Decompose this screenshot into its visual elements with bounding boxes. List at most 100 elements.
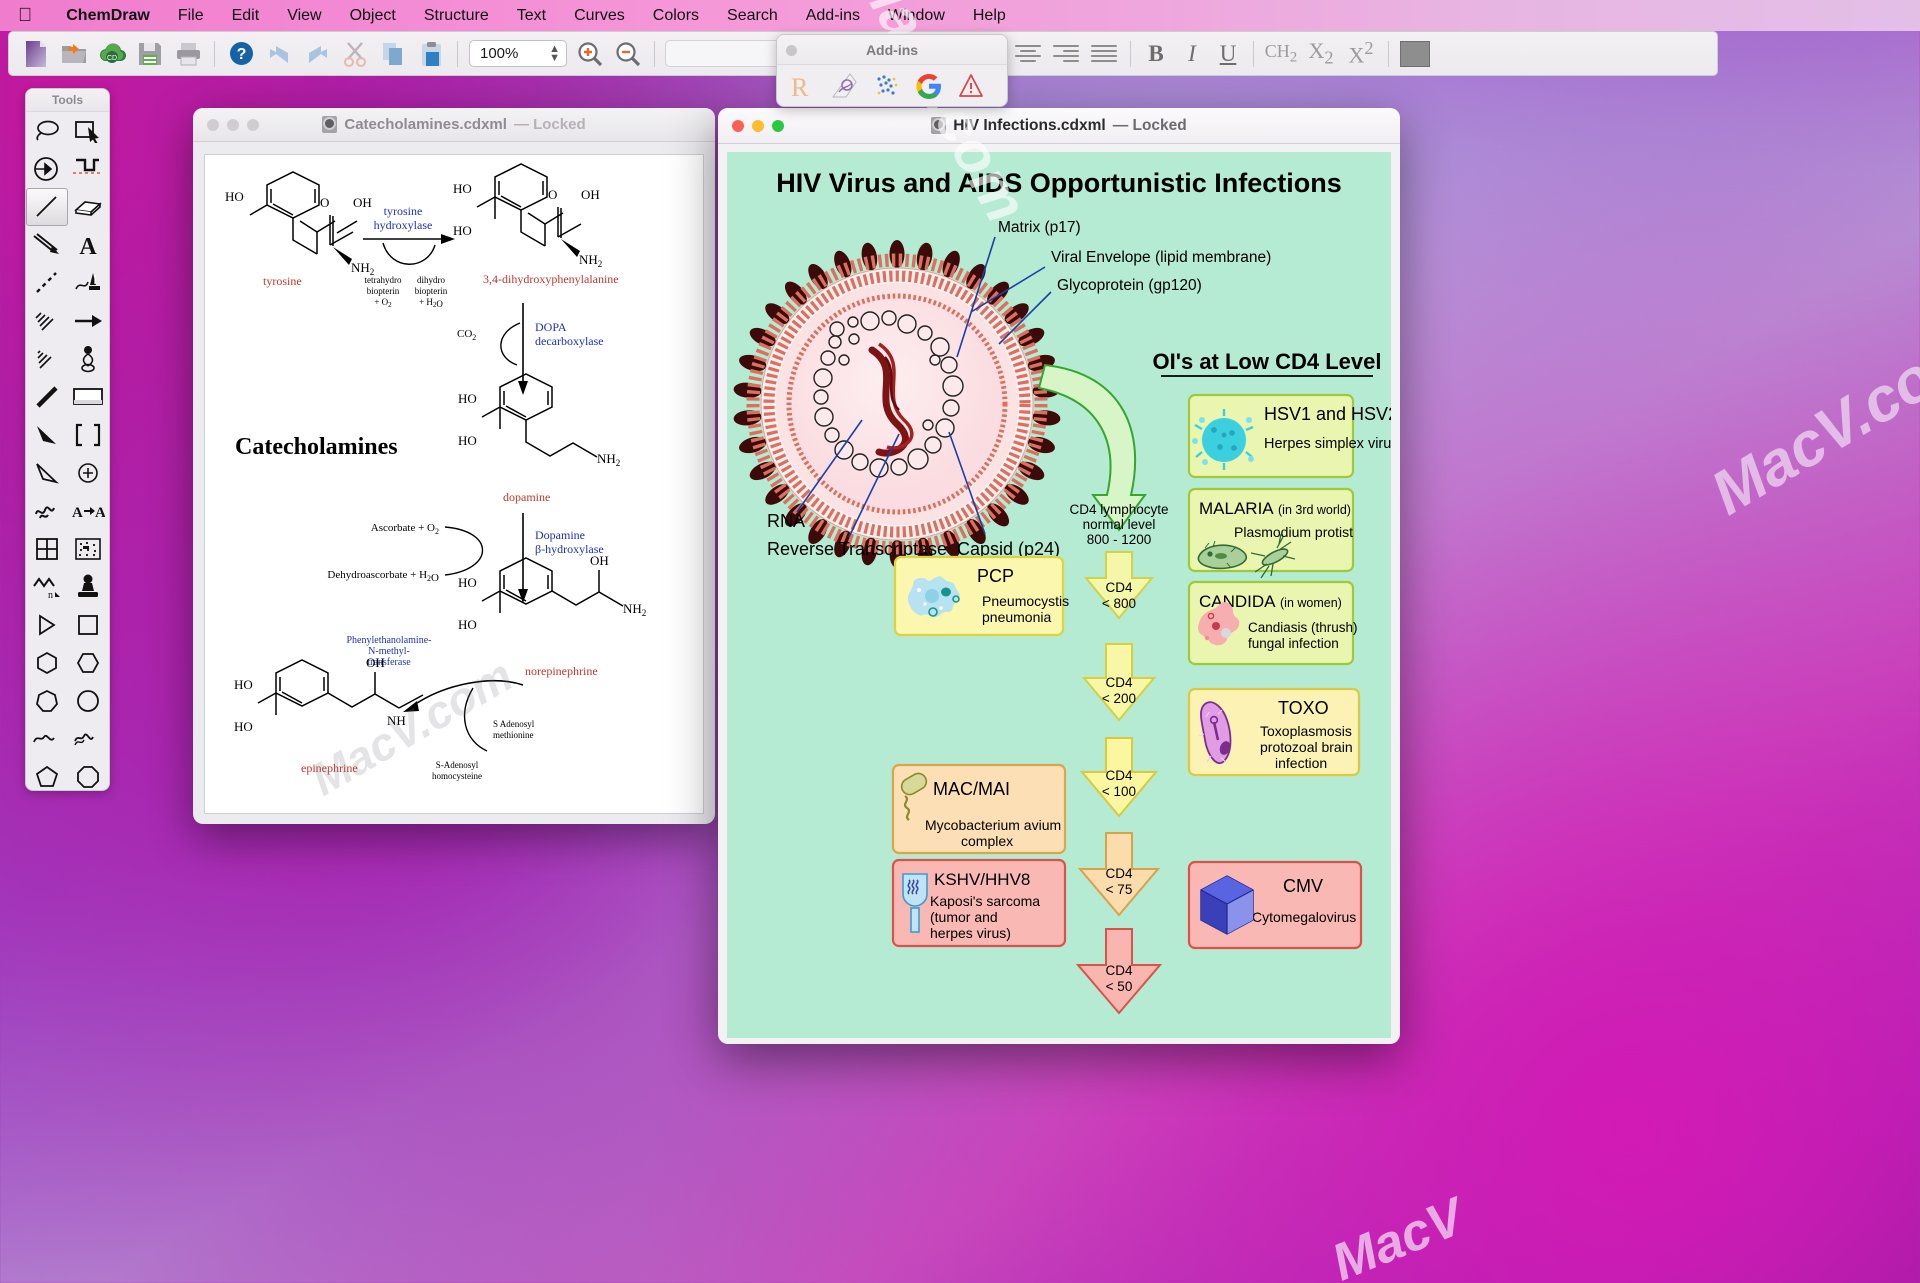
hashed-bond-tool[interactable] — [26, 302, 68, 340]
undo-icon[interactable] — [260, 37, 298, 71]
bracket-tool[interactable] — [68, 416, 110, 454]
stamp-tool[interactable] — [68, 568, 110, 606]
menu-item-chemdraw[interactable]: ChemDraw — [52, 7, 164, 25]
pen-tool[interactable] — [68, 264, 110, 302]
close-button[interactable] — [732, 120, 744, 132]
menu-item-edit[interactable]: Edit — [218, 7, 274, 25]
svg-text:HO: HO — [234, 677, 253, 692]
redo-icon[interactable] — [298, 37, 336, 71]
polymer-bracket-tool[interactable]: n — [26, 568, 68, 606]
italic-button[interactable]: I — [1174, 41, 1210, 67]
google-icon[interactable] — [911, 69, 947, 103]
spectrum-icon[interactable] — [869, 69, 905, 103]
new-document-icon[interactable] — [17, 37, 55, 71]
print-icon[interactable] — [169, 37, 207, 71]
catecholamines-canvas[interactable]: HO tyrosine O OH NH2 tyrosine hydrox — [204, 154, 704, 814]
malaria-title: MALARIA — [1199, 499, 1274, 518]
dashed-path-tool[interactable] — [68, 150, 110, 188]
align-right-icon[interactable] — [1047, 37, 1085, 71]
menu-item-file[interactable]: File — [164, 7, 218, 25]
hollow-wedge-tool[interactable] — [26, 454, 68, 492]
hexagon-tool[interactable] — [26, 644, 68, 682]
menu-item-colors[interactable]: Colors — [639, 7, 713, 25]
minimize-button[interactable] — [227, 119, 239, 131]
catecholamines-window[interactable]: Catecholamines.cdxml — Locked HO tyrosin… — [193, 108, 715, 824]
zoom-out-icon[interactable] — [609, 37, 647, 71]
atom-map-tool[interactable]: AA — [68, 492, 110, 530]
wave-tool[interactable] — [26, 720, 68, 758]
wedged-bond-tool[interactable] — [26, 416, 68, 454]
svg-text:homocysteine: homocysteine — [432, 771, 482, 781]
pentagon-tool[interactable] — [26, 758, 68, 791]
hiv-infections-window[interactable]: HIV Infections.cdxml — Locked HIV Virus … — [718, 108, 1400, 1044]
zoom-level-field[interactable]: 100% ▲▼ — [469, 40, 567, 67]
chemdraw-cloud-icon[interactable]: CD — [93, 37, 131, 71]
underline-button[interactable]: U — [1210, 41, 1246, 67]
bold-wedge-bond-tool[interactable] — [26, 226, 68, 264]
menu-item-addins[interactable]: Add-ins — [792, 7, 874, 25]
text-tool[interactable]: A — [68, 226, 110, 264]
bond-rotate-tool[interactable] — [26, 150, 68, 188]
menu-item-view[interactable]: View — [273, 7, 335, 25]
minimize-button[interactable] — [752, 120, 764, 132]
charge-tool[interactable] — [68, 454, 110, 492]
arrow-outline-tool[interactable] — [26, 606, 68, 644]
menu-item-help[interactable]: Help — [959, 7, 1020, 25]
table-tool[interactable] — [26, 530, 68, 568]
template-grid-tool[interactable] — [68, 530, 110, 568]
candida-desc-1: Candiasis (thrush) — [1248, 620, 1358, 635]
paste-icon[interactable] — [412, 37, 450, 71]
svg-text:CO2: CO2 — [457, 328, 476, 342]
solid-bond-tool[interactable] — [26, 188, 68, 226]
menu-item-search[interactable]: Search — [713, 7, 792, 25]
menu-item-window[interactable]: Window — [874, 7, 959, 25]
hiv-titlebar[interactable]: HIV Infections.cdxml — Locked — [718, 108, 1400, 144]
hashed-wedge-bond-tool[interactable] — [26, 340, 68, 378]
hiv-window-controls[interactable] — [718, 120, 784, 132]
maximize-button[interactable] — [772, 120, 784, 132]
bold-button[interactable]: B — [1138, 41, 1174, 67]
chem-structure-icon[interactable] — [827, 69, 863, 103]
hiv-canvas[interactable]: HIV Virus and AIDS Opportunistic Infecti… — [727, 152, 1391, 1038]
chain-tool[interactable] — [26, 492, 68, 530]
cut-icon[interactable] — [336, 37, 374, 71]
close-button[interactable] — [207, 119, 219, 131]
hexagon-flat-tool[interactable] — [68, 644, 110, 682]
catecholamines-window-controls[interactable] — [193, 119, 259, 131]
eraser-tool[interactable] — [68, 188, 110, 226]
align-center-icon[interactable] — [1009, 37, 1047, 71]
align-justify-icon[interactable] — [1085, 37, 1123, 71]
ellipse-tool[interactable] — [68, 682, 110, 720]
maximize-button[interactable] — [247, 119, 259, 131]
orbital-tool[interactable] — [68, 340, 110, 378]
help-icon[interactable]: ? — [222, 37, 260, 71]
heptagon-tool[interactable] — [26, 682, 68, 720]
menu-item-curves[interactable]: Curves — [560, 7, 639, 25]
square-tool[interactable] — [68, 606, 110, 644]
zoom-in-icon[interactable] — [571, 37, 609, 71]
addins-close-icon[interactable] — [786, 45, 797, 56]
superscript-button[interactable]: X2 — [1341, 38, 1381, 68]
arrow-tool[interactable] — [68, 302, 110, 340]
subscript-button[interactable]: X2 — [1301, 38, 1341, 68]
catecholamines-titlebar[interactable]: Catecholamines.cdxml — Locked — [193, 108, 715, 142]
alert-icon[interactable] — [953, 69, 989, 103]
zoom-stepper[interactable]: ▲▼ — [549, 45, 560, 63]
color-swatch-button[interactable] — [1396, 37, 1434, 71]
zigzag-tool[interactable] — [68, 720, 110, 758]
save-icon[interactable] — [131, 37, 169, 71]
lasso-tool[interactable] — [26, 112, 68, 150]
octagon-tool[interactable] — [68, 758, 110, 791]
marquee-select-tool[interactable] — [68, 112, 110, 150]
menu-item-text[interactable]: Text — [503, 7, 560, 25]
rectangle-tool[interactable] — [68, 378, 110, 416]
dashed-bond-tool[interactable] — [26, 264, 68, 302]
formula-button[interactable]: CH2 — [1261, 41, 1301, 67]
menu-item-object[interactable]: Object — [336, 7, 410, 25]
menu-item-structure[interactable]: Structure — [410, 7, 503, 25]
r-script-icon[interactable]: R — [785, 69, 821, 103]
bold-bond-tool[interactable] — [26, 378, 68, 416]
copy-icon[interactable] — [374, 37, 412, 71]
apple-menu-icon[interactable]:  — [18, 6, 32, 25]
open-folder-icon[interactable] — [55, 37, 93, 71]
